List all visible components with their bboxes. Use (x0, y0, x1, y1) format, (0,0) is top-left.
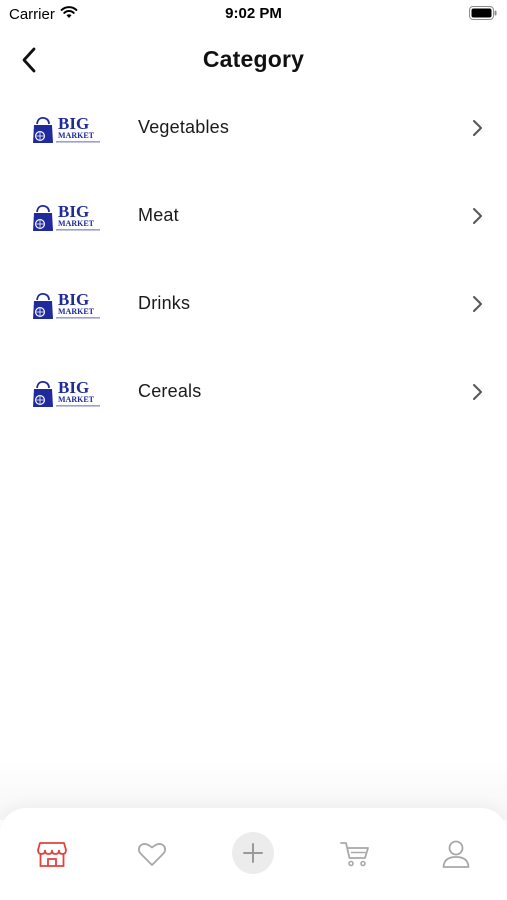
category-row-vegetables[interactable]: BIG MARKET Vegetables (0, 84, 507, 172)
bottom-tab-bar (0, 808, 507, 900)
chevron-right-icon (473, 384, 482, 400)
page-title: Category (202, 46, 305, 72)
chevron-right-icon (473, 120, 482, 136)
chevron-right-icon (473, 208, 482, 224)
tab-cart[interactable] (335, 836, 375, 872)
category-label: Meat (138, 205, 179, 225)
tab-home[interactable] (32, 836, 72, 872)
big-market-logo: BIG MARKET (33, 378, 100, 407)
big-market-logo: BIG MARKET (33, 114, 100, 143)
nav-bar: Category (0, 36, 507, 84)
logo-text-market: MARKET (58, 219, 95, 228)
battery-icon (469, 6, 497, 24)
category-list: BIG MARKET Vegetables BIG MARKET Meat BI… (0, 84, 507, 436)
user-icon (442, 840, 470, 868)
category-label: Vegetables (138, 117, 230, 137)
store-icon (37, 842, 67, 867)
status-bar: Carrier 9:02 PM (0, 0, 507, 28)
tab-profile[interactable] (436, 836, 476, 872)
category-row-drinks[interactable]: BIG MARKET Drinks (0, 260, 507, 348)
heart-icon (137, 843, 167, 866)
category-label: Drinks (138, 293, 191, 313)
tab-favorites[interactable] (132, 836, 172, 872)
big-market-logo: BIG MARKET (33, 202, 100, 231)
tab-add[interactable] (232, 832, 274, 874)
plus-icon (243, 843, 263, 863)
cart-icon (340, 842, 369, 867)
status-time: 9:02 PM (225, 5, 282, 22)
category-row-meat[interactable]: BIG MARKET Meat (0, 172, 507, 260)
logo-text-market: MARKET (58, 395, 95, 404)
logo-text-market: MARKET (58, 307, 95, 316)
category-row-cereals[interactable]: BIG MARKET Cereals (0, 348, 507, 436)
big-market-logo: BIG MARKET (33, 290, 100, 319)
category-label: Cereals (138, 381, 202, 401)
logo-text-market: MARKET (58, 131, 95, 140)
chevron-right-icon (473, 296, 482, 312)
